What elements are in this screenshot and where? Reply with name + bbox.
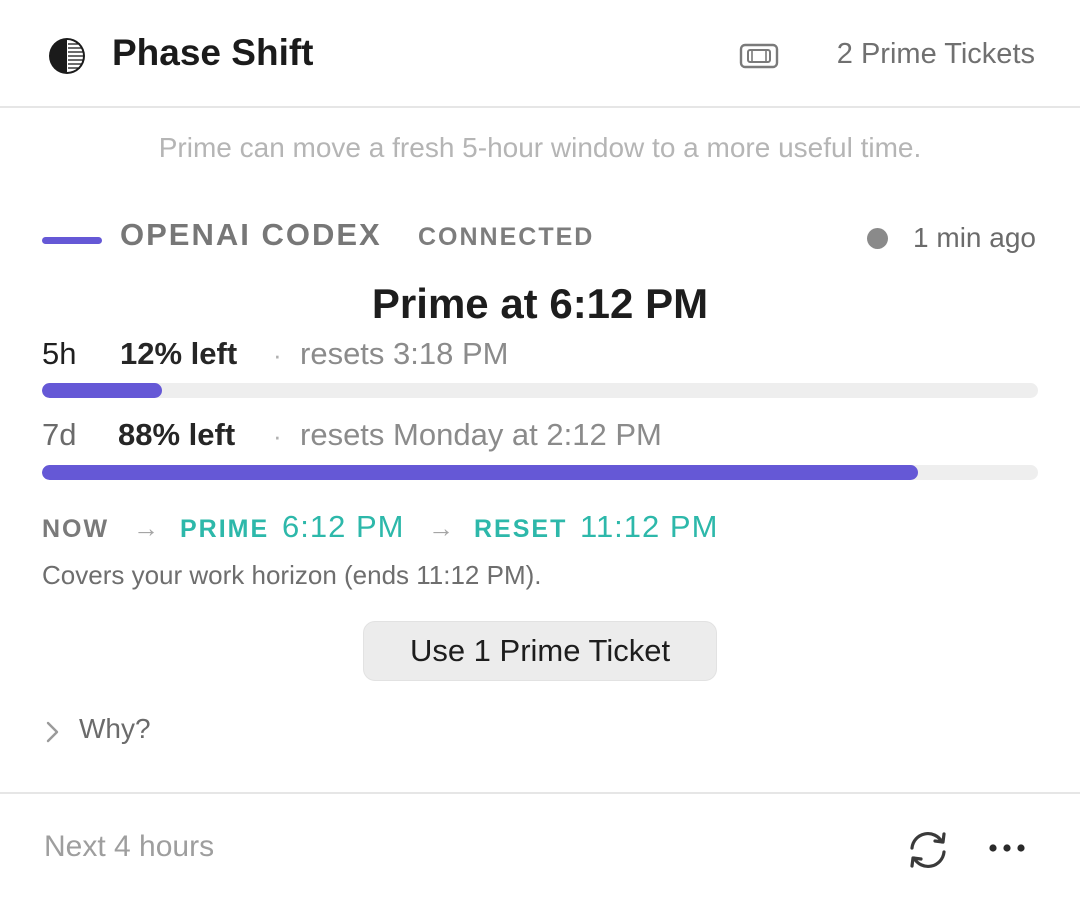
prime-tickets-count: 2 Prime Tickets (836, 38, 1035, 70)
last-updated: 1 min ago (913, 222, 1036, 253)
why-label: Why? (79, 713, 151, 744)
separator-dot: · (273, 421, 282, 451)
ticket-icon (739, 43, 779, 69)
separator-dot: · (273, 340, 282, 370)
progress-fill-7d (42, 465, 919, 480)
subtitle: Prime can move a fresh 5-hour window to … (158, 132, 922, 163)
limit-reset: resets 3:18 PM (300, 336, 509, 371)
timeline-now: NOW (42, 515, 110, 543)
status-dot (867, 228, 888, 249)
limit-label: 5h (42, 336, 77, 371)
arrow-icon: → (133, 513, 159, 543)
provider-color-line (42, 237, 102, 244)
app-title: Phase Shift (112, 32, 314, 73)
use-prime-ticket-button[interactable]: Use 1 Prime Ticket (363, 621, 717, 681)
limit-percent: 88% left (118, 417, 236, 452)
timeline-prime-time: 6:12 PM (282, 509, 405, 544)
half-moon-icon (49, 38, 85, 74)
provider-name: OPENAI CODEX (120, 217, 382, 252)
limit-percent: 12% left (120, 336, 238, 371)
limit-reset: resets Monday at 2:12 PM (300, 417, 662, 452)
progress-bar-5h (42, 383, 1038, 398)
arrow-icon: → (428, 513, 454, 543)
time-range-label: Next 4 hours (44, 830, 215, 863)
connection-status: CONNECTED (418, 223, 595, 251)
timeline-reset-time: 11:12 PM (580, 509, 719, 544)
timeline-prime-label: PRIME (180, 515, 270, 543)
header: Phase Shift 2 Prime Tickets (0, 0, 1080, 108)
progress-bar-7d (42, 465, 1038, 480)
progress-fill-5h (42, 383, 162, 398)
timeline-reset-label: RESET (474, 515, 568, 543)
more-dots-icon[interactable] (985, 836, 1029, 860)
footer: Next 4 hours (0, 792, 1080, 897)
prime-heading: Prime at 6:12 PM (371, 280, 709, 327)
coverage-note: Covers your work horizon (ends 11:12 PM)… (42, 560, 542, 590)
refresh-icon[interactable] (904, 828, 952, 872)
limit-label: 7d (42, 417, 77, 452)
chevron-right-icon (46, 721, 59, 743)
